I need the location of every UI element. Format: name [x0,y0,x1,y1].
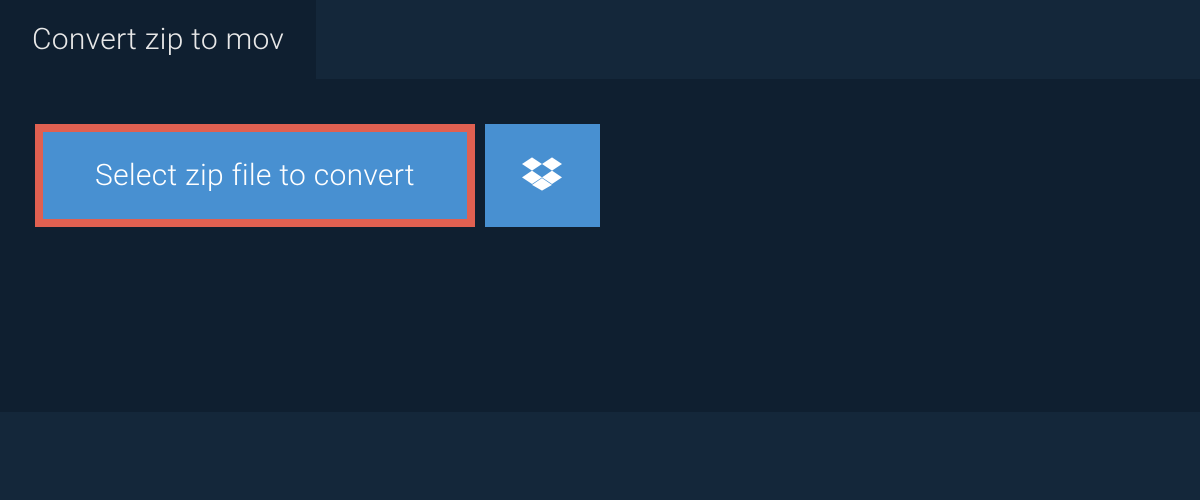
tab-convert[interactable]: Convert zip to mov [0,0,316,79]
select-file-button[interactable]: Select zip file to convert [35,124,475,227]
tab-bar: Convert zip to mov [0,0,1200,79]
dropbox-button[interactable] [485,124,600,227]
button-group: Select zip file to convert [35,124,1165,227]
tab-label: Convert zip to mov [32,22,284,57]
dropbox-icon [522,154,562,198]
content-panel: Select zip file to convert [0,79,1200,412]
select-file-label: Select zip file to convert [95,158,415,193]
